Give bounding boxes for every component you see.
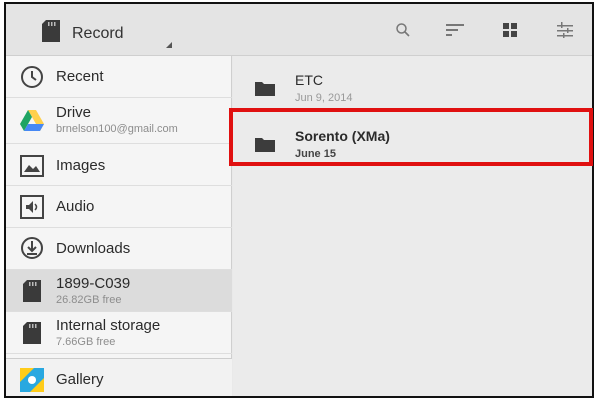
dropdown-indicator-icon (166, 42, 172, 48)
nav-label: Internal storage (56, 317, 161, 334)
folder-item-etc[interactable]: ETC Jun 9, 2014 (233, 60, 592, 114)
sd-card-icon (42, 20, 60, 42)
download-icon (21, 237, 43, 259)
folder-date: June 15 (295, 148, 336, 160)
search-button[interactable] (391, 18, 415, 42)
settings-button[interactable] (553, 18, 577, 42)
drive-icon (20, 110, 44, 131)
nav-item-internal-storage[interactable]: Internal storage 7.66GB free (6, 312, 232, 354)
gallery-icon (20, 368, 44, 392)
navigation-drawer: Recent Drive brnelson100@gmail.com Image… (6, 56, 232, 396)
free-space: 7.66GB free (56, 336, 116, 348)
nav-label: Drive (56, 104, 92, 121)
nav-item-sd-card[interactable]: 1899-C039 26.82GB free (6, 270, 232, 312)
search-icon (396, 23, 410, 37)
folder-icon (255, 138, 275, 152)
action-bar: Record (6, 4, 592, 56)
storage-dropdown[interactable]: Record (42, 12, 172, 52)
sort-button[interactable] (443, 18, 467, 42)
folder-name: ETC (295, 72, 323, 88)
images-icon (20, 155, 44, 177)
nav-item-gallery[interactable]: Gallery (6, 358, 232, 396)
nav-label: 1899-C039 (56, 275, 131, 292)
grid-view-icon (503, 23, 517, 37)
folder-icon (255, 82, 275, 96)
nav-label: Recent (56, 68, 104, 85)
nav-item-audio[interactable]: Audio (6, 186, 232, 228)
folder-name: Sorento (XMa) (295, 128, 390, 144)
nav-item-recent[interactable]: Recent (6, 56, 232, 98)
file-list: ETC Jun 9, 2014 Sorento (XMa) June 15 (233, 56, 592, 396)
app-window: Record Recent Drive brnelson100@gmail.co… (4, 2, 594, 398)
nav-item-images[interactable]: Images (6, 144, 232, 186)
nav-label: Downloads (56, 240, 131, 257)
free-space: 26.82GB free (56, 294, 122, 306)
storage-title: Record (72, 25, 124, 42)
nav-label: Gallery (56, 371, 104, 388)
sd-card-icon (23, 322, 41, 344)
audio-icon (20, 195, 44, 219)
nav-label: Images (56, 157, 106, 174)
sort-icon (446, 24, 464, 36)
grid-view-button[interactable] (498, 18, 522, 42)
settings-sliders-icon (557, 22, 573, 38)
folder-item-sorento[interactable]: Sorento (XMa) June 15 (233, 116, 592, 170)
drive-account: brnelson100@gmail.com (56, 123, 178, 135)
nav-item-drive[interactable]: Drive brnelson100@gmail.com (6, 98, 232, 144)
nav-item-downloads[interactable]: Downloads (6, 228, 232, 270)
clock-icon (21, 66, 43, 88)
nav-label: Audio (56, 198, 95, 215)
folder-date: Jun 9, 2014 (295, 92, 353, 104)
sd-card-icon (23, 280, 41, 302)
